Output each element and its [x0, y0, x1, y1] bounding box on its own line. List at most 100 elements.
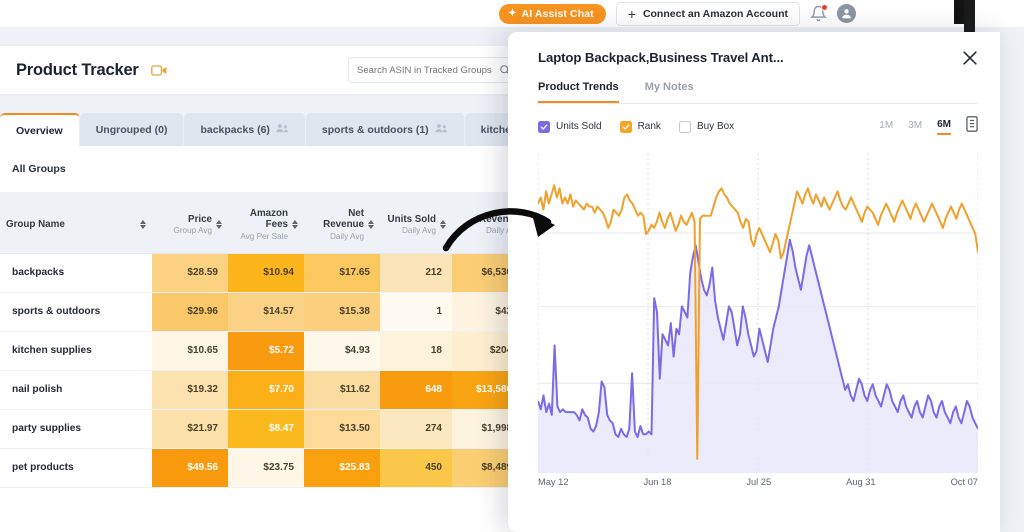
- checkbox-units-sold[interactable]: Units Sold: [538, 120, 602, 133]
- cell-fees: $7.70: [228, 370, 304, 410]
- connect-amazon-account-button[interactable]: + Connect an Amazon Account: [615, 1, 800, 26]
- cell-net: $17.65: [304, 253, 380, 293]
- table-row[interactable]: pet products $49.56 $23.75 $25.83 450 $8,489.…: [0, 448, 536, 488]
- col-title: Net Revenue: [323, 207, 364, 231]
- tab-product-trends[interactable]: Product Trends: [538, 81, 619, 103]
- chart-x-axis: May 12 Jun 18 Jul 25 Aug 31 Oct 07: [508, 473, 1000, 487]
- sparkle-icon: ✦: [508, 7, 517, 19]
- table-header: Group Name Price Group Avg Amazon Fees A…: [0, 197, 536, 254]
- group-name-cell[interactable]: nail polish: [0, 370, 152, 410]
- plus-icon: +: [627, 5, 636, 22]
- sort-icon[interactable]: [292, 220, 298, 230]
- checkbox-label: Buy Box: [696, 121, 735, 132]
- cell-fees: $14.57: [228, 292, 304, 332]
- table-row[interactable]: nail polish $19.32 $7.70 $11.62 648 $13,586.9…: [0, 370, 536, 410]
- groups-table-container: Group Name Price Group Avg Amazon Fees A…: [0, 197, 536, 532]
- panel-tabs: Product Trends My Notes: [538, 81, 978, 104]
- date-range-icon[interactable]: [966, 116, 978, 137]
- cell-net: $13.50: [304, 409, 380, 449]
- cell-price: $49.56: [152, 448, 228, 488]
- all-groups-label: All Groups: [12, 163, 66, 175]
- x-tick-label: May 12: [538, 477, 569, 487]
- all-groups-label-bar: All Groups: [0, 146, 536, 192]
- cell-net: $4.93: [304, 331, 380, 371]
- notification-dot: [821, 4, 828, 11]
- group-tabs: Overview Ungrouped (0) backpacks (6) spo…: [0, 113, 544, 146]
- panel-title: Laptop Backpack,Business Travel Ant...: [538, 50, 784, 65]
- table-row[interactable]: backpacks $28.59 $10.94 $17.65 212 $6,530.79: [0, 253, 536, 293]
- sort-icon[interactable]: [140, 220, 146, 230]
- checkbox-buy-box[interactable]: Buy Box: [678, 120, 735, 133]
- tab-my-notes[interactable]: My Notes: [645, 81, 694, 103]
- cell-units: 18: [380, 331, 452, 371]
- cell-units: 274: [380, 409, 452, 449]
- range-1m[interactable]: 1M: [879, 120, 893, 134]
- bell-icon[interactable]: [810, 4, 828, 22]
- tab-label: Overview: [16, 124, 63, 137]
- x-tick-label: Jun 18: [643, 477, 672, 487]
- browser-edge-shadow: [954, 0, 964, 24]
- cell-net: $25.83: [304, 448, 380, 488]
- cell-net: $11.62: [304, 370, 380, 410]
- tab-ungrouped[interactable]: Ungrouped (0): [79, 113, 185, 146]
- panel-header: Laptop Backpack,Business Travel Ant... P…: [508, 32, 1000, 104]
- col-price[interactable]: Price Group Avg: [152, 197, 228, 254]
- cell-units: 648: [380, 370, 452, 410]
- col-subtitle: Daily Avg: [402, 226, 436, 236]
- range-3m[interactable]: 3M: [908, 120, 922, 134]
- col-title: Amazon Fees: [249, 207, 288, 231]
- group-name-cell[interactable]: sports & outdoors: [0, 292, 152, 332]
- cell-price: $21.97: [152, 409, 228, 449]
- sort-icon[interactable]: [216, 220, 222, 230]
- cell-units: 450: [380, 448, 452, 488]
- group-name-cell[interactable]: pet products: [0, 448, 152, 488]
- x-tick-label: Jul 25: [746, 477, 772, 487]
- tab-label: Ungrouped (0): [95, 123, 168, 136]
- sort-icon[interactable]: [368, 220, 374, 230]
- tab-backpacks[interactable]: backpacks (6): [184, 113, 306, 146]
- group-name-cell[interactable]: kitchen supplies: [0, 331, 152, 371]
- x-tick-label: Aug 31: [846, 477, 876, 487]
- col-title: Price: [188, 213, 212, 225]
- trends-chart[interactable]: [508, 153, 1000, 473]
- page-title: Product Tracker: [16, 60, 139, 79]
- ai-assist-chat-button[interactable]: ✦ AI Assist Chat: [499, 3, 606, 24]
- col-title: Units Sold: [387, 213, 436, 225]
- close-icon[interactable]: [960, 48, 980, 68]
- table-body: backpacks $28.59 $10.94 $17.65 212 $6,530.79 s…: [0, 253, 536, 488]
- group-name-cell[interactable]: party supplies: [0, 409, 152, 449]
- people-icon: [276, 123, 289, 136]
- table-row[interactable]: kitchen supplies$10.65$5.72$4.9318$204.9…: [0, 331, 536, 371]
- cell-units: 1: [380, 292, 452, 332]
- col-units-sold[interactable]: Units Sold Daily Avg: [380, 197, 452, 254]
- cell-fees: $5.72: [228, 331, 304, 371]
- range-6m[interactable]: 6M: [937, 119, 951, 135]
- tab-label: sports & outdoors (1): [321, 123, 429, 136]
- range-selector: 1M 3M 6M: [879, 116, 978, 137]
- checkbox-rank[interactable]: Rank: [619, 120, 661, 133]
- x-tick-label: Oct 07: [950, 477, 978, 487]
- chart-controls: Units Sold Rank Buy Box 1M 3M 6M: [508, 104, 1000, 137]
- checkbox-box: [678, 120, 691, 133]
- tab-sports-outdoors[interactable]: sports & outdoors (1): [305, 113, 465, 146]
- search-input[interactable]: [357, 64, 495, 76]
- connect-amazon-account-label: Connect an Amazon Account: [642, 7, 788, 20]
- group-name-cell[interactable]: backpacks: [0, 253, 152, 293]
- table-row[interactable]: sports & outdoors$29.96$14.57$15.381$42.…: [0, 292, 536, 332]
- search-box[interactable]: [348, 57, 520, 83]
- checkbox-label: Units Sold: [556, 121, 602, 132]
- sort-icon[interactable]: [440, 220, 446, 230]
- table-row[interactable]: party supplies $21.97 $8.47 $13.50 274 $1,998…: [0, 409, 536, 449]
- tab-label: backpacks (6): [200, 123, 270, 136]
- col-net-revenue[interactable]: Net Revenue Daily Avg: [304, 197, 380, 254]
- cell-fees: $8.47: [228, 409, 304, 449]
- col-subtitle: Avg Per Sale: [240, 231, 288, 241]
- avatar[interactable]: [837, 4, 856, 23]
- col-subtitle: Group Avg: [173, 226, 212, 236]
- col-group-name[interactable]: Group Name: [0, 197, 152, 254]
- col-amazon-fees[interactable]: Amazon Fees Avg Per Sale: [228, 197, 304, 254]
- video-tutorial-icon[interactable]: [150, 64, 168, 77]
- tab-overview[interactable]: Overview: [0, 113, 80, 146]
- cell-price: $28.59: [152, 253, 228, 293]
- cell-price: $19.32: [152, 370, 228, 410]
